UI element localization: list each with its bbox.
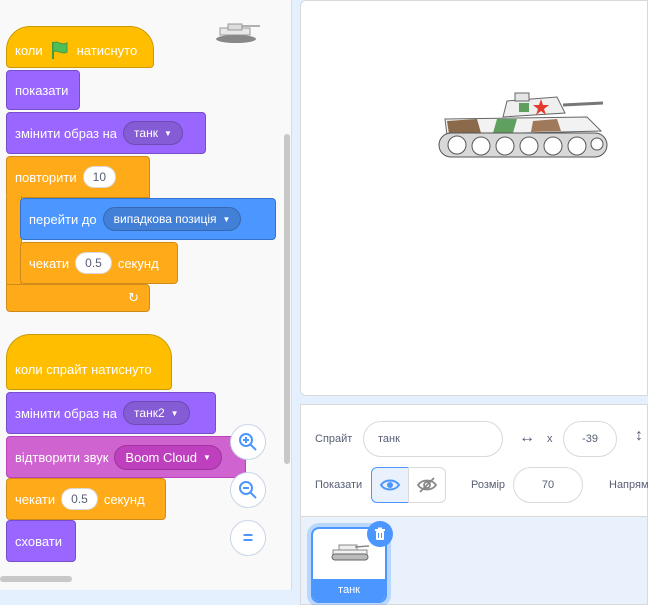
vertical-arrows-icon: ↕ xyxy=(635,427,643,444)
caret-down-icon: ▼ xyxy=(222,214,231,224)
switch-costume-text-2: змінити образ на xyxy=(15,405,118,421)
play-sound-block[interactable]: відтворити звук Boom Cloud ▼ xyxy=(6,436,246,478)
trash-icon xyxy=(375,527,385,540)
sprite-info-panel: Спрайт танк ↔ x -39 ↕ Показати Розмір 70… xyxy=(300,404,648,516)
horizontal-arrows-icon: ↔ xyxy=(519,429,535,446)
green-flag-icon xyxy=(51,41,68,59)
sprite-name-value: танк xyxy=(378,433,400,445)
horizontal-scrollbar[interactable] xyxy=(0,576,72,582)
caret-down-icon: ▼ xyxy=(170,408,179,418)
show-label: Показати xyxy=(315,479,363,491)
sprite-list: танк xyxy=(300,516,648,605)
sprite-thumbnail-label: танк xyxy=(313,579,385,601)
sound-dropdown[interactable]: Boom Cloud ▼ xyxy=(114,444,222,470)
show-text: показати xyxy=(15,82,69,98)
seconds-text-2: секунд xyxy=(103,491,145,507)
size-label: Розмір xyxy=(471,479,506,491)
zoom-in-icon xyxy=(239,433,257,451)
hide-block[interactable]: сховати xyxy=(6,520,76,562)
wait-text-2: чекати xyxy=(15,491,56,507)
costume-dropdown[interactable]: танк ▼ xyxy=(123,121,183,145)
wait-seconds-input-2[interactable]: 0.5 xyxy=(61,488,98,510)
wait-block-1[interactable]: чекати 0.5 секунд xyxy=(20,242,178,284)
switch-costume-text: змінити образ на xyxy=(15,125,118,141)
zoom-reset-button[interactable]: = xyxy=(230,520,266,556)
hat-when-text: коли xyxy=(15,42,43,58)
zoom-reset-icon: = xyxy=(242,527,254,548)
costume2-value: танк2 xyxy=(134,406,165,420)
x-input[interactable]: -39 xyxy=(563,421,617,457)
wait-block-2[interactable]: чекати 0.5 секунд xyxy=(6,478,166,520)
caret-down-icon: ▼ xyxy=(163,128,172,138)
hat2-text: коли спрайт натиснуто xyxy=(15,361,152,377)
switch-costume-block[interactable]: змінити образ на танк ▼ xyxy=(6,112,206,154)
code-area[interactable]: коли натиснуто показати змінити образ на… xyxy=(0,0,292,590)
wait-seconds-input[interactable]: 0.5 xyxy=(75,252,112,274)
stage[interactable] xyxy=(300,0,648,396)
vertical-scrollbar[interactable] xyxy=(284,134,290,464)
x-label: x xyxy=(547,433,553,445)
costume2-dropdown[interactable]: танк2 ▼ xyxy=(123,401,190,425)
direction-label: Напрям xyxy=(609,479,648,491)
loop-arrow-icon: ↻ xyxy=(128,290,139,305)
go-target-dropdown[interactable]: випадкова позиція ▼ xyxy=(102,207,242,231)
switch-costume-block-2[interactable]: змінити образ на танк2 ▼ xyxy=(6,392,216,434)
delete-sprite-button[interactable] xyxy=(367,521,393,547)
size-value: 70 xyxy=(541,479,555,491)
sprite-preview-icon xyxy=(216,23,260,43)
zoom-out-icon xyxy=(239,481,257,499)
go-target-value: випадкова позиція xyxy=(113,212,217,226)
zoom-out-button[interactable] xyxy=(230,472,266,508)
go-to-block[interactable]: перейти до випадкова позиція ▼ xyxy=(20,198,276,240)
tank-sprite[interactable] xyxy=(437,89,611,165)
eye-icon xyxy=(380,479,400,491)
wait-text: чекати xyxy=(29,255,70,271)
seconds-text: секунд xyxy=(117,255,159,271)
sprite-label: Спрайт xyxy=(315,433,353,445)
show-visible-button[interactable] xyxy=(371,467,409,503)
sprite-thumbnail-name: танк xyxy=(338,584,360,596)
hide-text: сховати xyxy=(15,533,63,549)
when-flag-clicked-block[interactable]: коли натиснуто xyxy=(6,26,154,68)
sound-value: Boom Cloud xyxy=(125,449,197,465)
sprite-name-input[interactable]: танк xyxy=(363,421,503,457)
play-sound-text: відтворити звук xyxy=(15,449,109,465)
repeat-block[interactable]: повторити 10 xyxy=(6,156,150,198)
eye-off-icon xyxy=(417,477,437,493)
tank-thumbnail-icon xyxy=(331,544,370,561)
when-sprite-clicked-block[interactable]: коли спрайт натиснуто xyxy=(6,334,172,390)
go-to-text: перейти до xyxy=(29,211,97,227)
size-input[interactable]: 70 xyxy=(513,467,583,503)
hide-visible-button[interactable] xyxy=(408,467,446,503)
hat-clicked-text: натиснуто xyxy=(76,42,138,58)
repeat-block-footer: ↻ xyxy=(6,284,150,312)
repeat-count-input[interactable]: 10 xyxy=(82,166,116,188)
costume-value: танк xyxy=(134,126,158,140)
x-value: -39 xyxy=(582,433,598,445)
caret-down-icon: ▼ xyxy=(202,452,211,462)
show-block[interactable]: показати xyxy=(6,70,80,110)
zoom-in-button[interactable] xyxy=(230,424,266,460)
repeat-text: повторити xyxy=(15,169,77,185)
